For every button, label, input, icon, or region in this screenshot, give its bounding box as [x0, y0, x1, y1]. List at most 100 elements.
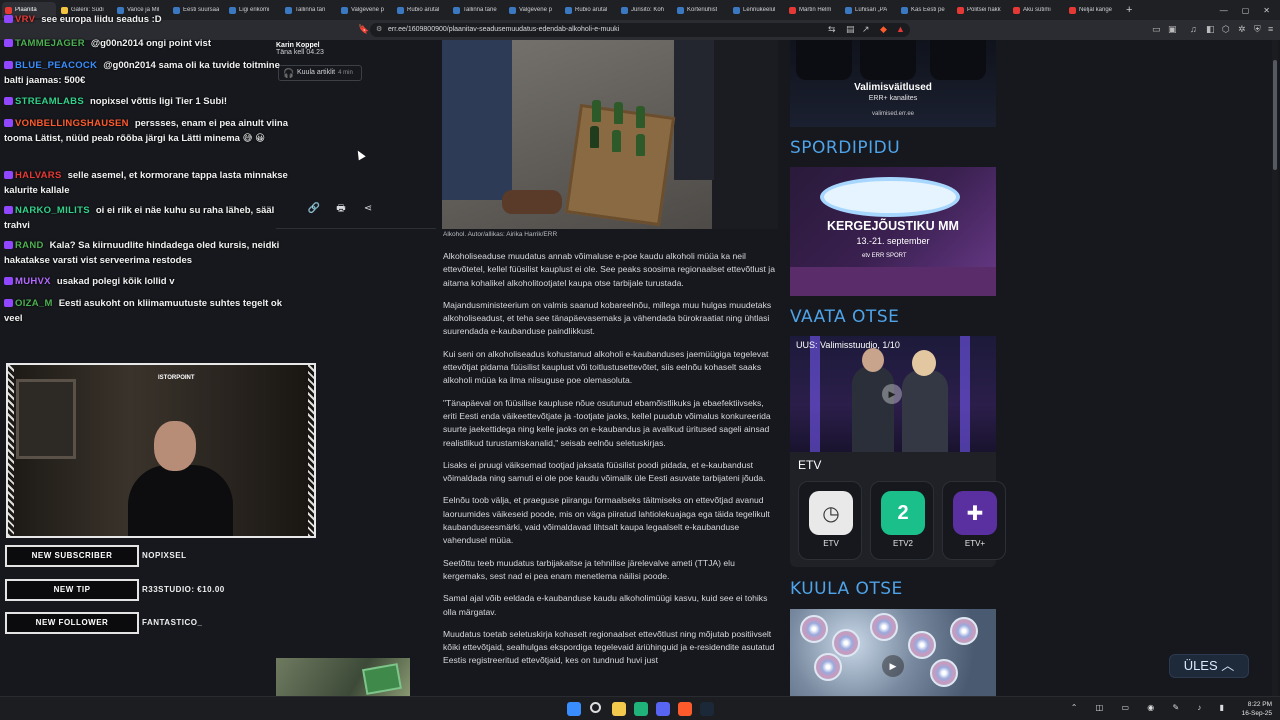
browser-tab[interactable]: Martin Helm — [786, 2, 840, 18]
play-icon[interactable]: ▶ — [882, 655, 904, 677]
chat-username[interactable]: BLUE_PEACOCK — [15, 60, 97, 71]
chat-username[interactable]: OIZA_M — [15, 298, 53, 309]
copy-link-icon[interactable]: 🔗 — [305, 200, 323, 218]
rewards-icon[interactable]: ▲ — [896, 24, 905, 34]
tab-label: Martin Helm — [799, 7, 832, 13]
webcam-overlay: ISTORPOINT — [6, 363, 316, 538]
system-tray[interactable]: ⌃ ◫ ▭ ◉ ✎ ♪ ▮ — [1071, 703, 1232, 712]
article-photo[interactable] — [442, 40, 778, 229]
tab-favicon-icon — [901, 6, 908, 14]
chat-message: TAMMEJAGER @g00n2014 ongi point vist — [4, 36, 299, 51]
related-article-thumbnail[interactable] — [276, 658, 410, 698]
maximize-icon[interactable]: ▢ — [1242, 6, 1250, 15]
search-icon[interactable] — [590, 702, 601, 713]
live-heading[interactable]: VAATA OTSE — [790, 307, 899, 327]
clock[interactable]: 8:22 PM 16-Sep-25 — [1242, 700, 1272, 718]
channel-tile[interactable]: ✚ ETV+ — [942, 481, 1006, 560]
reader-icon[interactable]: ▤ — [846, 24, 855, 35]
browser-tab[interactable]: Lühisari „PA — [842, 2, 896, 18]
tab-label: Rubio arutal — [575, 7, 608, 13]
browser-tab[interactable]: Valgevene p — [506, 2, 560, 18]
stream-event-label: NEW TIP — [5, 579, 139, 601]
browser-tab[interactable]: Kas Eesti pe — [898, 2, 952, 18]
sidebar-toggle-icon[interactable]: ▭ — [1152, 24, 1161, 35]
chat-message: VONBELLINGSHAUSEN perssses, enam ei pea a… — [4, 116, 299, 146]
chat-badge-icon — [4, 299, 13, 307]
radio-stream-thumbnail[interactable]: ▶ — [790, 609, 996, 696]
channel-tile[interactable]: ◷ ETV — [798, 481, 862, 560]
article-body: Alkoholiseaduse muudatus annab võimaluse… — [443, 250, 779, 677]
listen-live-heading[interactable]: KUULA OTSE — [790, 579, 903, 599]
chat-username[interactable]: STREAMLABS — [15, 96, 84, 107]
media-icon[interactable]: ♫ — [1190, 24, 1197, 34]
browser-tab[interactable]: Lennukeelul — [730, 2, 784, 18]
chevron-up-icon: ︿ — [1221, 658, 1235, 673]
start-icon[interactable] — [567, 702, 581, 716]
tab-favicon-icon — [1069, 6, 1076, 14]
puzzle-icon[interactable]: ✲ — [1238, 24, 1246, 35]
brave-shield-icon[interactable]: ◆ — [880, 24, 887, 35]
browser-tab[interactable]: Neljal kange — [1066, 2, 1120, 18]
chat-username[interactable]: VRV — [15, 14, 35, 25]
browser-tab[interactable]: Rubio arutal — [562, 2, 616, 18]
browser-tab[interactable]: Rubio arutal — [394, 2, 448, 18]
tab-label: Kas Eesti pe — [911, 7, 945, 13]
chat-text: Kala? Sa kiirnuudlite hindadega oled kur… — [4, 240, 280, 266]
vpn-icon[interactable]: ⛨ — [1254, 24, 1261, 35]
discord-icon[interactable] — [656, 702, 670, 716]
panel-icon[interactable]: ◧ — [1206, 24, 1215, 35]
browser-tab[interactable]: Jürisito: Kõh — [618, 2, 672, 18]
stream-event-value: R33STUDIO: €10.00 — [142, 585, 225, 594]
chat-username[interactable]: TAMMEJAGER — [15, 38, 85, 49]
play-icon[interactable]: ▶ — [882, 384, 902, 404]
sport-banner[interactable]: KERGEJÕUSTIKU MM 13.-21. september etv E… — [790, 167, 996, 296]
valimisvaitlused-banner[interactable]: Valimisväitlused ERR+ kanalites valimise… — [790, 40, 996, 127]
browser-tab[interactable]: Valgevene p — [338, 2, 392, 18]
browser-tab[interactable]: Aku sütimi — [1010, 2, 1064, 18]
share-icon[interactable]: ↗ — [862, 24, 870, 35]
tab-favicon-icon — [509, 6, 516, 14]
new-tab-button[interactable]: + — [1126, 4, 1132, 16]
divider — [276, 228, 436, 229]
chat-username[interactable]: VONBELLINGSHAUSEN — [15, 118, 129, 129]
extensions-icon[interactable]: ⬡ — [1222, 24, 1230, 35]
site-info-icon[interactable]: ⚙ — [376, 23, 382, 37]
browser-tab[interactable]: Politsei hakk — [954, 2, 1008, 18]
chat-username[interactable]: HALVARS — [15, 170, 62, 181]
wallet-icon[interactable]: ▣ — [1168, 24, 1177, 35]
live-title[interactable]: UUS: Valimisstuudio, 1/10 — [796, 340, 900, 350]
translate-icon[interactable]: ⇆ — [828, 24, 836, 35]
browser-tab[interactable]: Tallinna täne — [450, 2, 504, 18]
minimize-icon[interactable]: — — [1220, 6, 1228, 15]
article-paragraph: Samal ajal võib eeldada e-kaubanduse kau… — [443, 593, 768, 617]
scroll-top-label: ÜLES — [1183, 658, 1218, 673]
menu-icon[interactable]: ≡ — [1268, 24, 1273, 34]
close-icon[interactable]: ✕ — [1263, 6, 1270, 15]
tab-label: Aku sütimi — [1023, 7, 1051, 13]
article-paragraph: Lisaks ei pruugi väiksemad tootjad jaksa… — [443, 459, 766, 484]
print-icon[interactable]: 🖶 — [332, 200, 350, 218]
tab-favicon-icon — [677, 6, 684, 14]
chat-message: HALVARS selle asemel, et kormorane tappa … — [4, 168, 299, 198]
steam-icon[interactable] — [700, 702, 714, 716]
chat-username[interactable]: RAND — [15, 240, 44, 251]
file-explorer-icon[interactable] — [612, 702, 626, 716]
bookmark-icon[interactable]: 🔖 — [358, 24, 369, 35]
chat-username[interactable]: NARKO_MILITS — [15, 205, 90, 216]
sport-heading[interactable]: SPORDIPIDU — [790, 138, 900, 158]
browser-tab[interactable]: Korteriühist — [674, 2, 728, 18]
channel-logo-icon: 2 — [881, 491, 925, 535]
chat-badge-icon — [4, 206, 13, 214]
chat-message: NARKO_MILITS oi ei riik ei näe kuhu su ra… — [4, 203, 299, 233]
channel-tile[interactable]: 2 ETV2 — [870, 481, 934, 560]
chat-username[interactable]: MUHVX — [15, 276, 51, 287]
app-icon[interactable] — [634, 702, 648, 716]
live-stream-thumbnail[interactable]: ▶ — [790, 336, 996, 452]
tab-favicon-icon — [957, 6, 964, 14]
article-paragraph: Seetõttu teeb muudatus tarbijakaitse ja … — [443, 557, 735, 581]
scrollbar-thumb[interactable] — [1273, 60, 1277, 170]
scroll-to-top-button[interactable]: ÜLES ︿ — [1169, 654, 1249, 678]
share-icon[interactable]: ⋖ — [359, 200, 377, 218]
chat-badge-icon — [4, 61, 13, 69]
brave-icon[interactable] — [678, 702, 692, 716]
